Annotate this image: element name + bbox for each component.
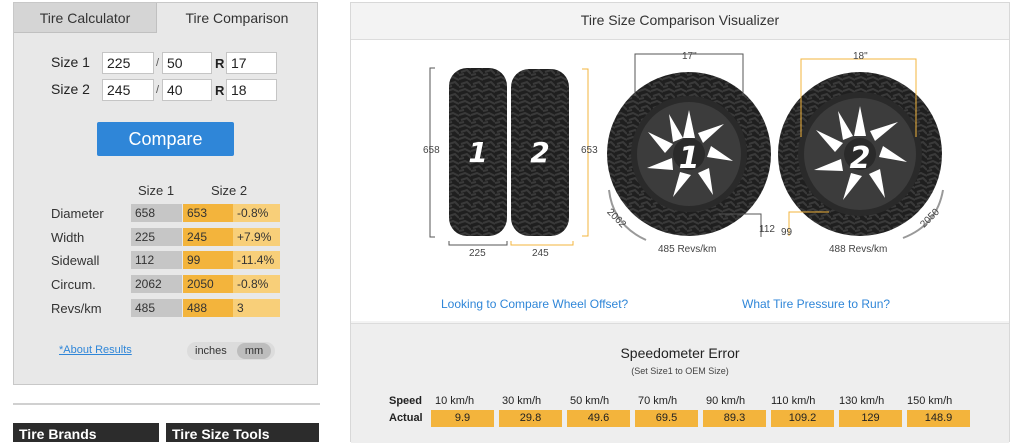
diameter-diff-cell: -0.8% [233, 204, 280, 222]
size1-r-label: R [215, 56, 225, 71]
width-size2-cell: 245 [183, 228, 233, 246]
size1-width-input[interactable]: 225 [102, 52, 154, 74]
actual-value: 89.3 [703, 410, 766, 427]
visualizer-area: 1 2 1 2 658 653 225 245 17" 18" 112 99 2… [351, 40, 1009, 321]
compare-button[interactable]: Compare [97, 122, 234, 156]
revs-size2-cell: 488 [183, 299, 233, 317]
size2-label: Size 2 [51, 81, 90, 97]
tab-bar: Tire Calculator Tire Comparison [14, 3, 317, 33]
size1-separator: / [156, 57, 160, 69]
speed-value: 150 km/h [907, 395, 953, 407]
actual-value: 49.6 [567, 410, 630, 427]
size2-r-label: R [215, 83, 225, 98]
tire-illustration: 1 2 1 2 [429, 53, 944, 246]
tire1-diameter-label: 658 [423, 145, 440, 156]
tire1-tread-number: 1 [468, 136, 487, 169]
diameter-size1-cell: 658 [131, 204, 182, 222]
revs-size1-cell: 485 [131, 299, 182, 317]
wheel-offset-link[interactable]: Looking to Compare Wheel Offset? [441, 297, 628, 311]
tire2-tread-number: 2 [530, 136, 549, 169]
tire2-wheel-number: 2 [850, 141, 871, 176]
circumference-size2-cell: 2050 [183, 275, 233, 293]
tire1-rim-label: 17" [682, 51, 697, 62]
tire-calculator-panel: Tire Calculator Tire Comparison Size 1 2… [13, 2, 318, 385]
size1-aspect-input[interactable]: 50 [162, 52, 212, 74]
size2-aspect-input[interactable]: 40 [162, 79, 212, 101]
size2-rim-input[interactable]: 18 [226, 79, 277, 101]
actual-value: 129 [839, 410, 902, 427]
actual-row-label: Actual [389, 412, 423, 424]
width-diff-cell: +7.9% [233, 228, 280, 246]
speed-value: 130 km/h [839, 395, 885, 407]
tire-pressure-link[interactable]: What Tire Pressure to Run? [742, 297, 890, 311]
revs-diff-cell: 3 [233, 299, 280, 317]
about-results-link[interactable]: *About Results [59, 344, 132, 356]
speed-value: 50 km/h [570, 395, 610, 407]
tire2-diameter-label: 653 [581, 145, 598, 156]
width-size1-cell: 225 [131, 228, 182, 246]
size2-width-input[interactable]: 245 [102, 79, 154, 101]
tire1-wheel-number: 1 [679, 141, 700, 176]
tire1-sidewall-label: 112 [759, 224, 775, 235]
speedometer-title: Speedometer Error [620, 345, 740, 361]
speedometer-subtitle: (Set Size1 to OEM Size) [631, 366, 729, 376]
tire-size-tools-box[interactable]: Tire Size Tools [166, 423, 319, 442]
speed-value: 90 km/h [706, 395, 746, 407]
divider [13, 403, 320, 405]
speedometer-error-section: Speedometer Error (Set Size1 to OEM Size… [351, 323, 1009, 443]
circumference-size1-cell: 2062 [131, 275, 182, 293]
row-label-circumference: Circum. [51, 277, 96, 292]
actual-value: 29.8 [499, 410, 562, 427]
actual-value: 69.5 [635, 410, 698, 427]
size1-rim-input[interactable]: 17 [226, 52, 277, 74]
sidewall-size1-cell: 112 [131, 251, 182, 269]
diameter-size2-cell: 653 [183, 204, 233, 222]
speed-value: 30 km/h [502, 395, 542, 407]
visualizer-panel: Tire Size Comparison Visualizer 1 2 1 2 … [350, 2, 1010, 443]
speed-value: 70 km/h [638, 395, 678, 407]
actual-value: 148.9 [907, 410, 970, 427]
units-inches-option[interactable]: inches [195, 343, 227, 359]
size1-label: Size 1 [51, 54, 90, 70]
tire-brands-box[interactable]: Tire Brands [13, 423, 159, 442]
row-label-revs: Revs/km [51, 301, 102, 316]
speed-value: 110 km/h [771, 395, 816, 407]
speed-row-label: Speed [389, 395, 423, 407]
tire1-width-bracket [448, 241, 508, 246]
sidewall-size2-cell: 99 [183, 251, 233, 269]
tire1-revs-label: 485 Revs/km [658, 244, 717, 255]
actual-value: 9.9 [431, 410, 494, 427]
tire2-width-label: 245 [532, 248, 549, 259]
tab-tire-comparison[interactable]: Tire Comparison [157, 3, 317, 33]
size2-separator: / [156, 84, 160, 96]
row-label-diameter: Diameter [51, 206, 104, 221]
units-toggle[interactable]: inches mm [187, 342, 275, 360]
tire2-sidewall-label: 99 [781, 227, 793, 238]
speed-value: 10 km/h [435, 395, 475, 407]
actual-value: 109.2 [771, 410, 834, 427]
col-size2-header: Size 2 [211, 183, 248, 198]
tire2-width-bracket [510, 241, 574, 246]
sidewall-diff-cell: -11.4% [233, 251, 280, 269]
visualizer-title: Tire Size Comparison Visualizer [351, 3, 1009, 40]
tire2-rim-label: 18" [853, 51, 868, 62]
circumference-diff-cell: -0.8% [233, 275, 280, 293]
tab-tire-calculator[interactable]: Tire Calculator [14, 3, 157, 33]
col-size1-header: Size 1 [138, 183, 175, 198]
row-label-sidewall: Sidewall [51, 253, 100, 268]
row-label-width: Width [51, 230, 85, 245]
tire2-revs-label: 488 Revs/km [829, 244, 888, 255]
tire1-width-label: 225 [469, 248, 486, 259]
units-mm-option[interactable]: mm [237, 343, 271, 359]
